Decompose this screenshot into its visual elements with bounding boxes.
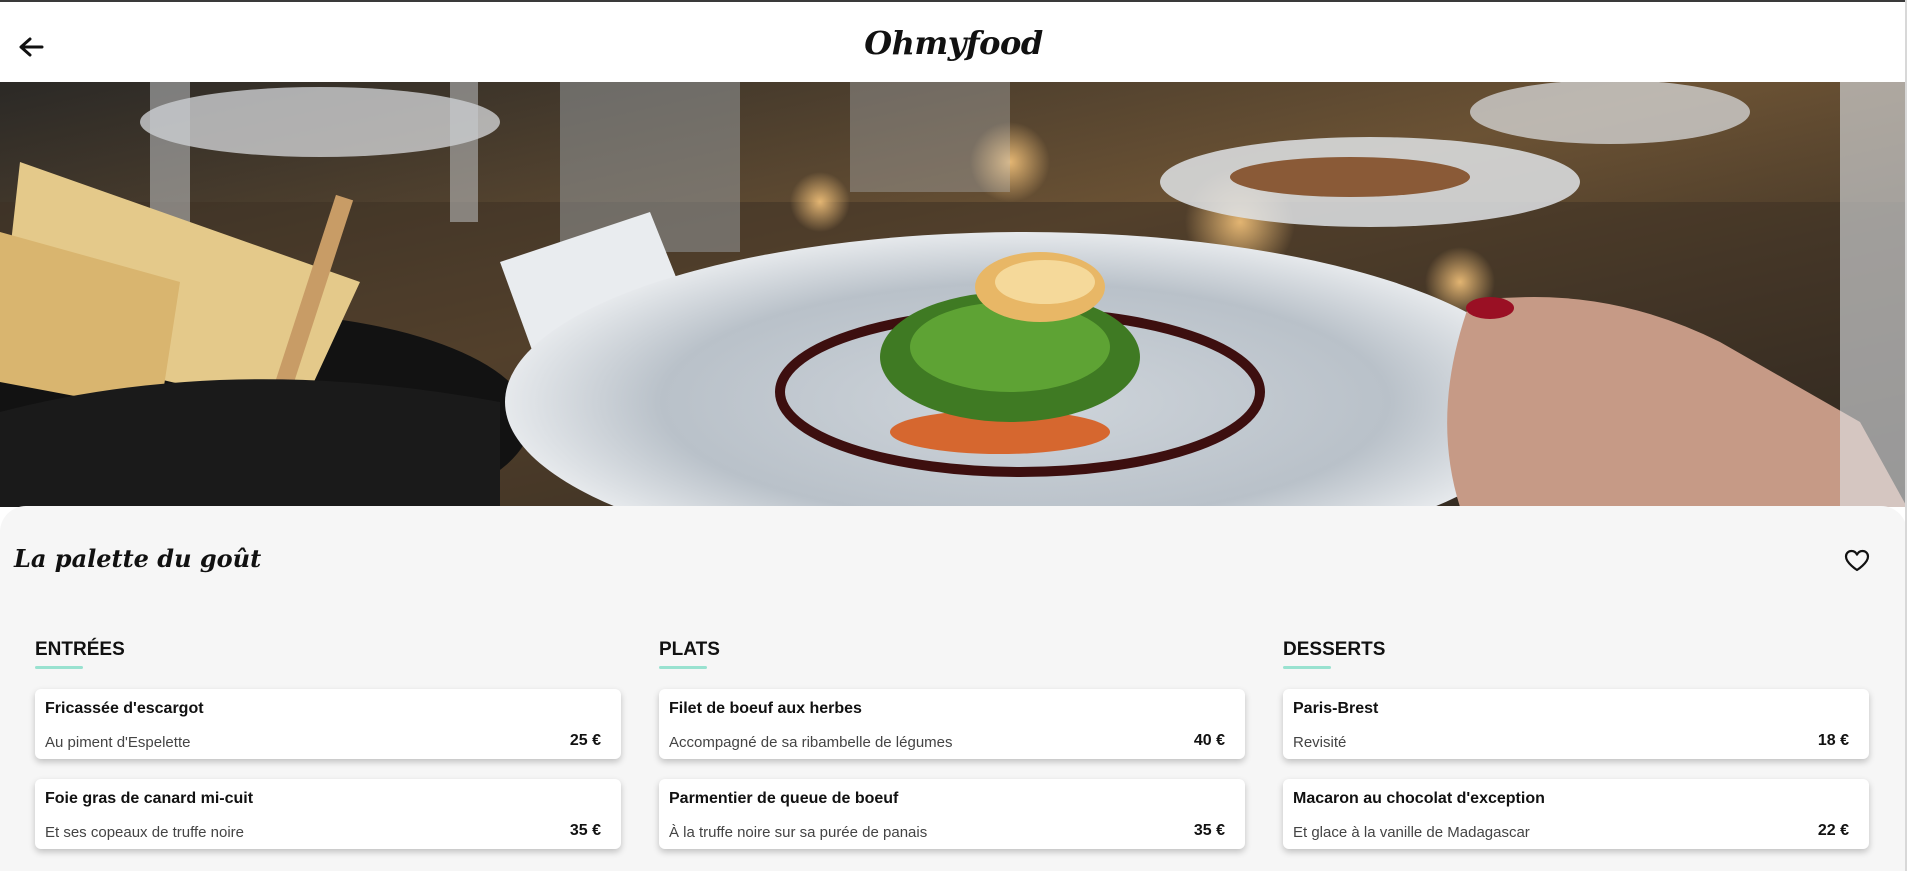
dish-name: Parmentier de queue de boeuf bbox=[669, 790, 899, 807]
dish-price: 22 € bbox=[1817, 822, 1849, 839]
section-underline bbox=[35, 666, 83, 669]
dish-name: Filet de boeuf aux herbes bbox=[669, 700, 862, 717]
dish-description: Revisité bbox=[1293, 734, 1347, 751]
dish-price: 25 € bbox=[569, 732, 601, 749]
brand-logo[interactable]: Ohmyfood bbox=[0, 24, 1907, 62]
section-underline bbox=[1283, 666, 1331, 669]
restaurant-name: La palette du goût bbox=[14, 544, 262, 573]
dish-description: Au piment d'Espelette bbox=[45, 734, 191, 751]
favorite-button[interactable] bbox=[1842, 546, 1872, 576]
dish-card[interactable]: Filet de boeuf aux herbes Accompagné de … bbox=[659, 689, 1245, 759]
dish-name: Foie gras de canard mi-cuit bbox=[45, 790, 254, 807]
dish-name: Paris-Brest bbox=[1293, 700, 1379, 717]
dish-price: 35 € bbox=[1193, 822, 1225, 839]
dish-card[interactable]: Paris-Brest Revisité 18 € bbox=[1283, 689, 1869, 759]
section-title-plats: PLATS bbox=[659, 639, 720, 660]
dish-card[interactable]: Foie gras de canard mi-cuit Et ses copea… bbox=[35, 779, 621, 849]
hero-photo bbox=[0, 82, 1907, 507]
restaurant-panel: La palette du goût ENTRÉES Fricassée d'e… bbox=[0, 506, 1907, 871]
hero-image bbox=[0, 82, 1907, 507]
dish-card[interactable]: Fricassée d'escargot Au piment d'Espelet… bbox=[35, 689, 621, 759]
menu-column-entrees: ENTRÉES Fricassée d'escargot Au piment d… bbox=[35, 638, 621, 849]
section-title-desserts: DESSERTS bbox=[1283, 639, 1386, 660]
section-title-entrees: ENTRÉES bbox=[35, 639, 125, 660]
dish-price: 18 € bbox=[1817, 732, 1849, 749]
dish-price: 40 € bbox=[1193, 732, 1225, 749]
top-header: Ohmyfood bbox=[0, 2, 1907, 82]
dish-description: Et glace à la vanille de Madagascar bbox=[1293, 824, 1530, 841]
dish-name: Macaron au chocolat d'exception bbox=[1293, 790, 1545, 807]
dish-description: Accompagné de sa ribambelle de légumes bbox=[669, 734, 953, 751]
dish-description: Et ses copeaux de truffe noire bbox=[45, 824, 245, 841]
dish-price: 35 € bbox=[569, 822, 601, 839]
dish-card[interactable]: Macaron au chocolat d'exception Et glace… bbox=[1283, 779, 1869, 849]
heart-outline-icon bbox=[1844, 549, 1870, 572]
dish-card[interactable]: Parmentier de queue de boeuf À la truffe… bbox=[659, 779, 1245, 849]
dish-description: À la truffe noire sur sa purée de panais bbox=[669, 824, 928, 841]
menu-column-plats: PLATS Filet de boeuf aux herbes Accompag… bbox=[659, 638, 1245, 849]
menu-column-desserts: DESSERTS Paris-Brest Revisité 18 € Macar… bbox=[1283, 638, 1869, 849]
dish-name: Fricassée d'escargot bbox=[45, 700, 204, 717]
section-underline bbox=[659, 666, 707, 669]
